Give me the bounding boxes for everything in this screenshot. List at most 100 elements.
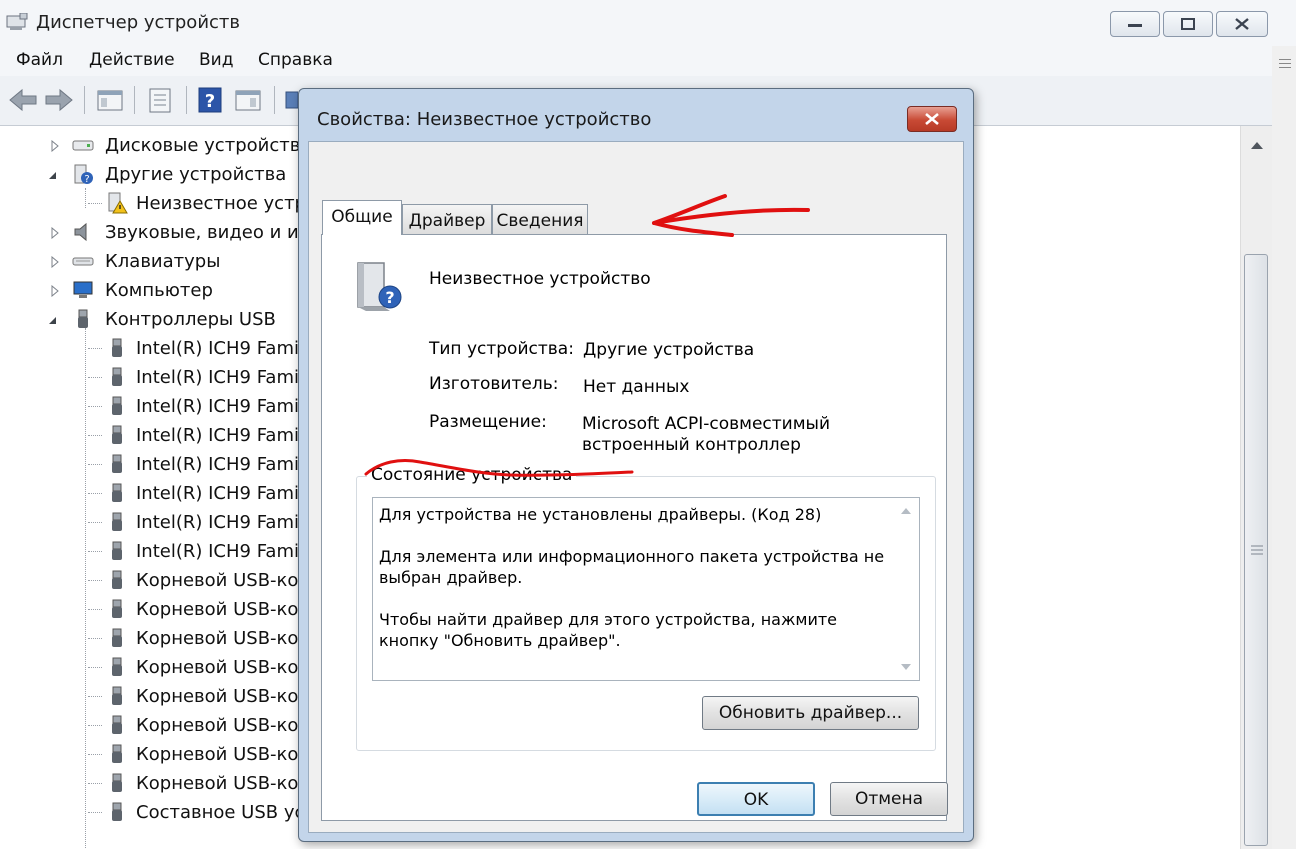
status-line-hint: Чтобы найти драйвер для этого устройства…: [379, 610, 838, 650]
console-tree-icon[interactable]: [96, 86, 124, 114]
expand-arrow-icon[interactable]: [50, 140, 60, 152]
status-scrollbar[interactable]: [893, 498, 919, 680]
maximize-button[interactable]: [1163, 11, 1213, 37]
collapse-arrow-icon[interactable]: [48, 169, 58, 181]
status-line-error: Для устройства не установлены драйверы. …: [379, 505, 822, 524]
usb-icon: [106, 801, 128, 823]
tree-item-label: Intel(R) ICH9 Famil: [136, 396, 304, 417]
minimize-button[interactable]: [1110, 11, 1160, 37]
back-arrow-icon[interactable]: [8, 86, 38, 114]
device-manager-icon: [6, 13, 28, 30]
properties-icon[interactable]: [146, 86, 174, 114]
menu-help[interactable]: Справка: [258, 50, 333, 70]
dialog-close-button[interactable]: [907, 106, 957, 132]
tree-guide-line: [85, 188, 86, 208]
scroll-thumb[interactable]: [1244, 254, 1268, 846]
minimize-icon: [1128, 24, 1142, 27]
usb-icon: [106, 656, 128, 678]
svg-text:?: ?: [205, 91, 215, 112]
tree-item-label: Intel(R) ICH9 Famil: [136, 425, 304, 446]
usb-icon: [106, 366, 128, 388]
keyboard-icon: [72, 250, 94, 272]
usb-icon: [106, 598, 128, 620]
tree-item-label: Корневой USB-ко: [136, 773, 299, 794]
usb-icon: [106, 743, 128, 765]
location-label: Размещение:: [429, 412, 547, 432]
tree-item-label: Корневой USB-ко: [136, 599, 299, 620]
device-type-value: Другие устройства: [583, 340, 755, 360]
help-icon[interactable]: ?: [198, 86, 222, 114]
tree-guide-line: [88, 377, 102, 378]
toolbar-separator: [84, 86, 85, 114]
tree-item-label: Корневой USB-ко: [136, 715, 299, 736]
tree-item-label: Корневой USB-ко: [136, 570, 299, 591]
tree-guide-line: [88, 812, 102, 813]
tree-guide-line: [88, 493, 102, 494]
tree-guide-line: [88, 783, 102, 784]
properties-dialog: Свойства: Неизвестное устройство Общие Д…: [298, 88, 974, 842]
toolbar-separator: [274, 86, 275, 114]
grip-icon: [1251, 545, 1263, 555]
speaker-icon: [72, 221, 94, 243]
svg-text:?: ?: [385, 288, 394, 307]
tree-item-label: Клавиатуры: [105, 251, 221, 272]
usb-icon: [106, 482, 128, 504]
usb-icon: [106, 337, 128, 359]
tree-item-label: Intel(R) ICH9 Famil: [136, 541, 304, 562]
tree-item-label: Intel(R) ICH9 Famil: [136, 367, 304, 388]
main-window-titlebar: Диспетчер устройств: [0, 0, 1296, 46]
tree-guide-line: [88, 580, 102, 581]
device-name: Неизвестное устройство: [429, 269, 651, 289]
device-status-textbox[interactable]: Для устройства не установлены драйверы. …: [372, 497, 920, 681]
manufacturer-value: Нет данных: [583, 377, 690, 397]
maximize-icon: [1181, 18, 1195, 30]
update-driver-button[interactable]: Обновить драйвер...: [702, 696, 919, 730]
tab-details[interactable]: Сведения: [492, 204, 588, 235]
device-status-group: Состояние устройства Для устройства не у…: [356, 465, 936, 751]
tree-scrollbar[interactable]: [1240, 126, 1272, 849]
toolbar-separator: [186, 86, 187, 114]
menu-action[interactable]: Действие: [89, 50, 175, 70]
scan-hardware-icon[interactable]: [284, 86, 298, 114]
scroll-up-arrow-icon[interactable]: [1251, 142, 1263, 149]
tab-driver[interactable]: Драйвер: [402, 204, 492, 235]
menu-view[interactable]: Вид: [199, 50, 233, 70]
tree-guide-line: [88, 435, 102, 436]
tree-guide-line: [88, 725, 102, 726]
tree-guide-line: [88, 638, 102, 639]
dialog-title: Свойства: Неизвестное устройство: [317, 109, 652, 130]
usb-icon: [106, 685, 128, 707]
expand-arrow-icon[interactable]: [50, 227, 60, 239]
scroll-up-arrow-icon[interactable]: [901, 508, 911, 514]
ok-button[interactable]: OK: [697, 782, 815, 816]
location-value: Microsoft ACPI-совместимый встроенный ко…: [582, 414, 831, 455]
tree-item-label: Корневой USB-ко: [136, 657, 299, 678]
tree-guide-line: [88, 348, 102, 349]
tree-item-label: Дисковые устройства: [105, 135, 312, 156]
close-icon: [925, 113, 939, 125]
tree-item-label: Составное USB ус: [136, 802, 305, 823]
strip-mark: [1279, 63, 1291, 64]
warning-device-icon: [106, 192, 128, 214]
tree-guide-line: [88, 609, 102, 610]
show-hidden-icon[interactable]: [234, 86, 262, 114]
close-button[interactable]: [1216, 11, 1268, 37]
tree-item-label: Intel(R) ICH9 Famil: [136, 454, 304, 475]
tree-item-label: Intel(R) ICH9 Famil: [136, 512, 304, 533]
expand-arrow-icon[interactable]: [50, 256, 60, 268]
svg-text:?: ?: [84, 174, 89, 185]
unknown-device-icon: ?: [72, 163, 94, 185]
cancel-button[interactable]: Отмена: [830, 782, 948, 816]
window-title: Диспетчер устройств: [36, 12, 241, 33]
collapse-arrow-icon[interactable]: [48, 314, 58, 326]
tree-guide-line: [88, 551, 102, 552]
usb-icon: [106, 714, 128, 736]
tree-guide-line: [88, 406, 102, 407]
menu-file[interactable]: Файл: [16, 50, 63, 70]
tab-general[interactable]: Общие: [322, 200, 402, 235]
menu-bar: Файл Действие Вид Справка: [0, 46, 1272, 76]
scroll-down-arrow-icon[interactable]: [901, 664, 911, 670]
forward-arrow-icon[interactable]: [44, 86, 74, 114]
tree-item-label: Корневой USB-ко: [136, 686, 299, 707]
expand-arrow-icon[interactable]: [50, 285, 60, 297]
